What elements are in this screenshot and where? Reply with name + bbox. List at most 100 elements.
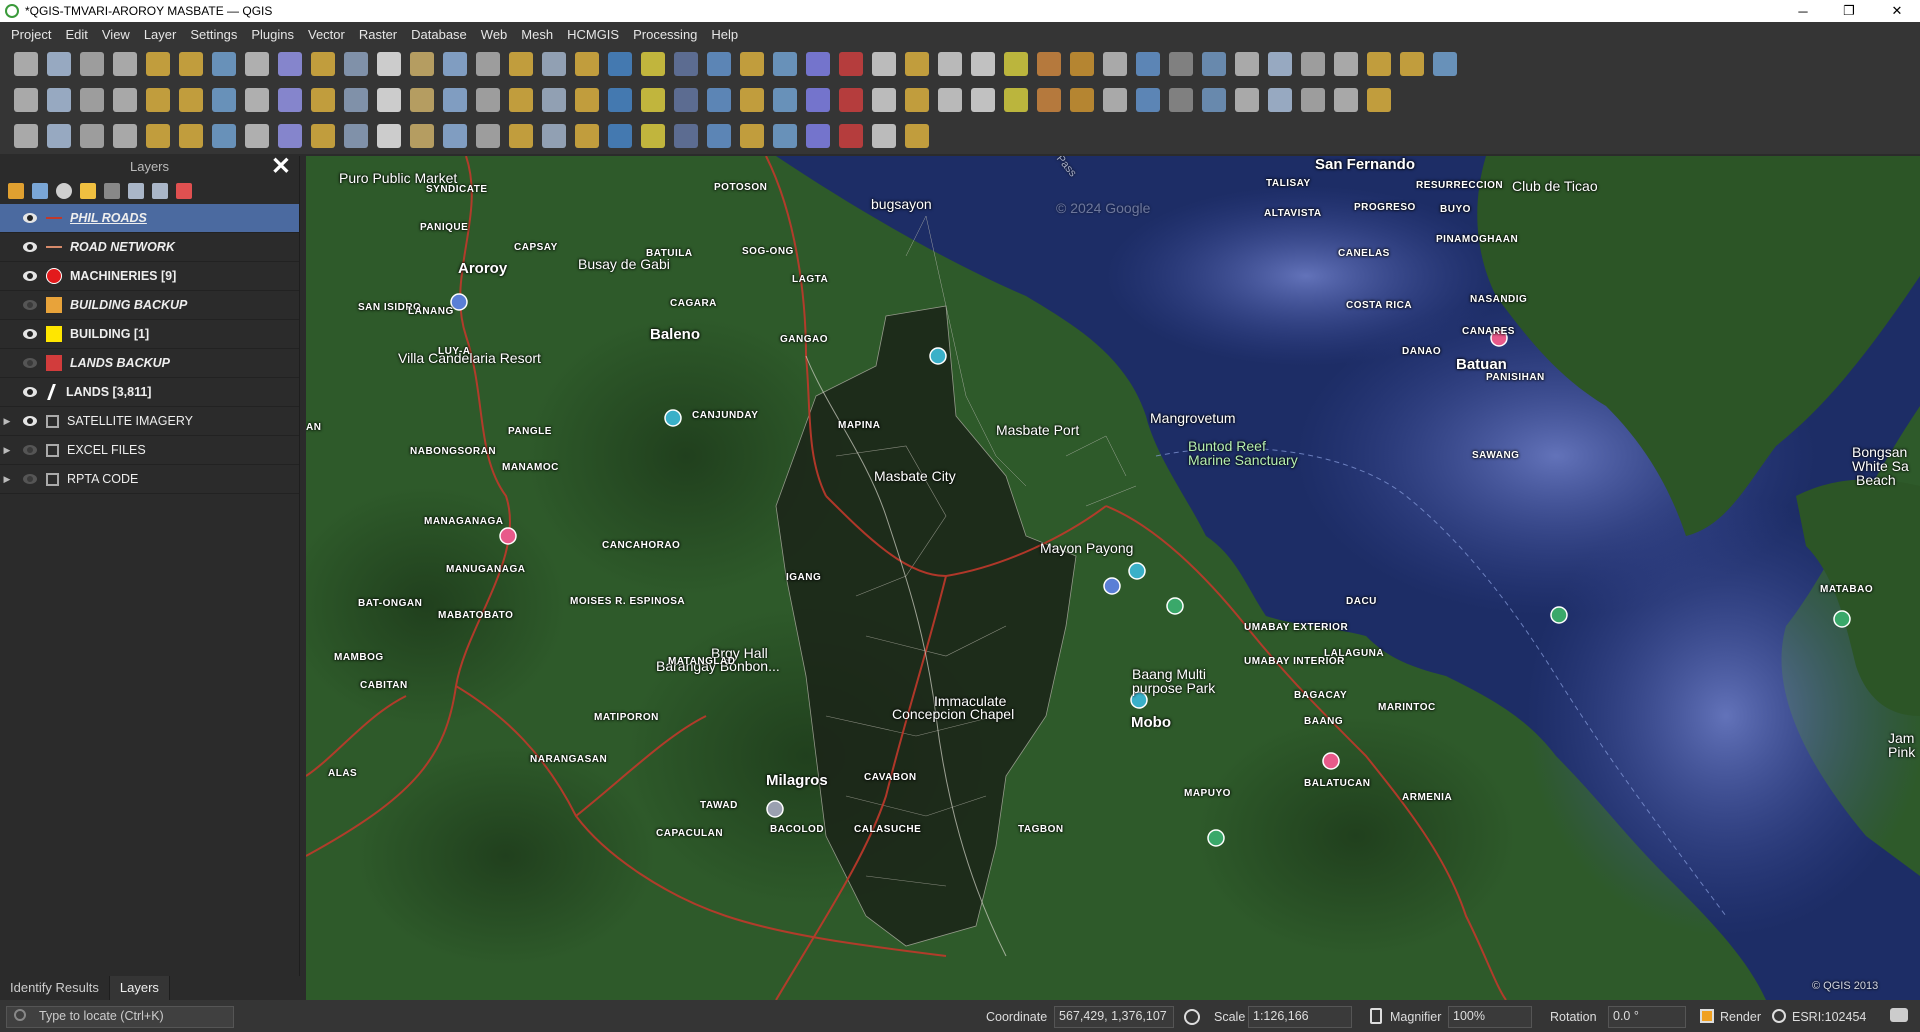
camera-marker-icon[interactable] — [929, 347, 947, 365]
digitize-toolbar-tool-23-icon[interactable] — [740, 124, 764, 148]
layer-row[interactable]: BUILDING [1] — [0, 320, 299, 349]
menu-project[interactable]: Project — [4, 27, 58, 42]
main-toolbar-tool-15-icon[interactable] — [476, 52, 500, 76]
main-toolbar-tool-3-icon[interactable] — [80, 52, 104, 76]
edit-toolbar-tool-23-icon[interactable] — [740, 88, 764, 112]
layer-row[interactable]: MACHINERIES [9] — [0, 262, 299, 291]
park-marker-icon[interactable] — [1166, 597, 1184, 615]
main-toolbar-tool-26-icon[interactable] — [839, 52, 863, 76]
mouse-toggle-icon[interactable] — [1184, 1009, 1200, 1025]
main-toolbar-tool-40-icon[interactable] — [1301, 52, 1325, 76]
visibility-eye-icon[interactable] — [22, 213, 38, 223]
edit-toolbar-tool-12-icon[interactable] — [377, 88, 401, 112]
camera-marker-icon[interactable] — [1128, 562, 1146, 580]
close-window-button[interactable]: ✕ — [1874, 0, 1920, 22]
main-toolbar-tool-8-icon[interactable] — [245, 52, 269, 76]
edit-toolbar-tool-36-icon[interactable] — [1169, 88, 1193, 112]
expand-arrow-icon[interactable]: ▶ — [0, 445, 14, 456]
layer-row[interactable]: ▶ SATELLITE IMAGERY — [0, 407, 299, 436]
digitize-toolbar-tool-4-icon[interactable] — [113, 124, 137, 148]
port-marker-icon[interactable] — [1103, 577, 1121, 595]
edit-toolbar-tool-38-icon[interactable] — [1235, 88, 1259, 112]
main-toolbar-tool-44-icon[interactable] — [1433, 52, 1457, 76]
main-toolbar-tool-39-icon[interactable] — [1268, 52, 1292, 76]
digitize-toolbar-tool-16-icon[interactable] — [509, 124, 533, 148]
main-toolbar-tool-6-icon[interactable] — [179, 52, 203, 76]
edit-toolbar-tool-20-icon[interactable] — [641, 88, 665, 112]
main-toolbar-tool-9-icon[interactable] — [278, 52, 302, 76]
visibility-eye-icon[interactable] — [22, 271, 38, 281]
main-toolbar-tool-22-icon[interactable] — [707, 52, 731, 76]
main-toolbar-tool-18-icon[interactable] — [575, 52, 599, 76]
digitize-toolbar-tool-12-icon[interactable] — [377, 124, 401, 148]
main-toolbar-tool-25-icon[interactable] — [806, 52, 830, 76]
filter-legend-icon[interactable] — [80, 183, 96, 199]
menu-hcmgis[interactable]: HCMGIS — [560, 27, 626, 42]
tab-layers[interactable]: Layers — [109, 976, 170, 1000]
visibility-eye-icon[interactable] — [22, 387, 38, 397]
edit-toolbar-tool-3-icon[interactable] — [80, 88, 104, 112]
main-toolbar-tool-16-icon[interactable] — [509, 52, 533, 76]
coordinate-field[interactable]: 567,429, 1,376,107 — [1054, 1006, 1174, 1028]
main-toolbar-tool-38-icon[interactable] — [1235, 52, 1259, 76]
edit-toolbar-tool-11-icon[interactable] — [344, 88, 368, 112]
main-toolbar-tool-41-icon[interactable] — [1334, 52, 1358, 76]
main-toolbar-tool-2-icon[interactable] — [47, 52, 71, 76]
visibility-eye-icon[interactable] — [22, 358, 38, 368]
beach-marker-icon[interactable] — [1550, 606, 1568, 624]
edit-toolbar-tool-14-icon[interactable] — [443, 88, 467, 112]
visibility-eye-icon[interactable] — [22, 242, 38, 252]
edit-toolbar-tool-40-icon[interactable] — [1301, 88, 1325, 112]
menu-web[interactable]: Web — [474, 27, 515, 42]
digitize-toolbar-tool-10-icon[interactable] — [311, 124, 335, 148]
edit-toolbar-tool-16-icon[interactable] — [509, 88, 533, 112]
layer-row[interactable]: ▶ EXCEL FILES — [0, 436, 299, 465]
main-toolbar-tool-19-icon[interactable] — [608, 52, 632, 76]
digitize-toolbar-tool-9-icon[interactable] — [278, 124, 302, 148]
edit-toolbar-tool-15-icon[interactable] — [476, 88, 500, 112]
edit-toolbar-tool-33-icon[interactable] — [1070, 88, 1094, 112]
layer-row[interactable]: PHIL ROADS — [0, 204, 299, 233]
edit-toolbar-tool-9-icon[interactable] — [278, 88, 302, 112]
edit-toolbar-tool-13-icon[interactable] — [410, 88, 434, 112]
main-toolbar-tool-43-icon[interactable] — [1400, 52, 1424, 76]
edit-toolbar-tool-1-icon[interactable] — [14, 88, 38, 112]
main-toolbar-tool-13-icon[interactable] — [410, 52, 434, 76]
beach-marker-icon[interactable] — [1833, 610, 1851, 628]
scale-combobox[interactable]: 1:126,166 — [1248, 1006, 1352, 1028]
digitize-toolbar-tool-20-icon[interactable] — [641, 124, 665, 148]
menu-settings[interactable]: Settings — [183, 27, 244, 42]
resort-marker-icon[interactable] — [499, 527, 517, 545]
menu-view[interactable]: View — [95, 27, 137, 42]
digitize-toolbar-tool-26-icon[interactable] — [839, 124, 863, 148]
digitize-toolbar-tool-3-icon[interactable] — [80, 124, 104, 148]
digitize-toolbar-tool-6-icon[interactable] — [179, 124, 203, 148]
menu-mesh[interactable]: Mesh — [514, 27, 560, 42]
render-checkbox[interactable] — [1700, 1009, 1714, 1023]
edit-toolbar-tool-29-icon[interactable] — [938, 88, 962, 112]
edit-toolbar-tool-24-icon[interactable] — [773, 88, 797, 112]
edit-toolbar-tool-27-icon[interactable] — [872, 88, 896, 112]
lock-icon[interactable] — [1370, 1008, 1382, 1024]
layer-row[interactable]: ▶ RPTA CODE — [0, 465, 299, 494]
edit-toolbar-tool-41-icon[interactable] — [1334, 88, 1358, 112]
menu-database[interactable]: Database — [404, 27, 474, 42]
layer-row[interactable]: LANDS BACKUP — [0, 349, 299, 378]
main-toolbar-tool-21-icon[interactable] — [674, 52, 698, 76]
main-toolbar-tool-5-icon[interactable] — [146, 52, 170, 76]
main-toolbar-tool-11-icon[interactable] — [344, 52, 368, 76]
camera-marker-icon[interactable] — [664, 409, 682, 427]
main-toolbar-tool-32-icon[interactable] — [1037, 52, 1061, 76]
edit-toolbar-tool-18-icon[interactable] — [575, 88, 599, 112]
digitize-toolbar-tool-11-icon[interactable] — [344, 124, 368, 148]
tab-identify-results[interactable]: Identify Results — [0, 976, 110, 1000]
visibility-eye-icon[interactable] — [22, 445, 38, 455]
main-toolbar-tool-29-icon[interactable] — [938, 52, 962, 76]
digitize-toolbar-tool-14-icon[interactable] — [443, 124, 467, 148]
edit-toolbar-tool-10-icon[interactable] — [311, 88, 335, 112]
main-toolbar-tool-42-icon[interactable] — [1367, 52, 1391, 76]
filter-expression-icon[interactable] — [104, 183, 120, 199]
edit-toolbar-tool-26-icon[interactable] — [839, 88, 863, 112]
layer-row[interactable]: BUILDING BACKUP — [0, 291, 299, 320]
locator-search-input[interactable]: Type to locate (Ctrl+K) — [6, 1006, 234, 1028]
